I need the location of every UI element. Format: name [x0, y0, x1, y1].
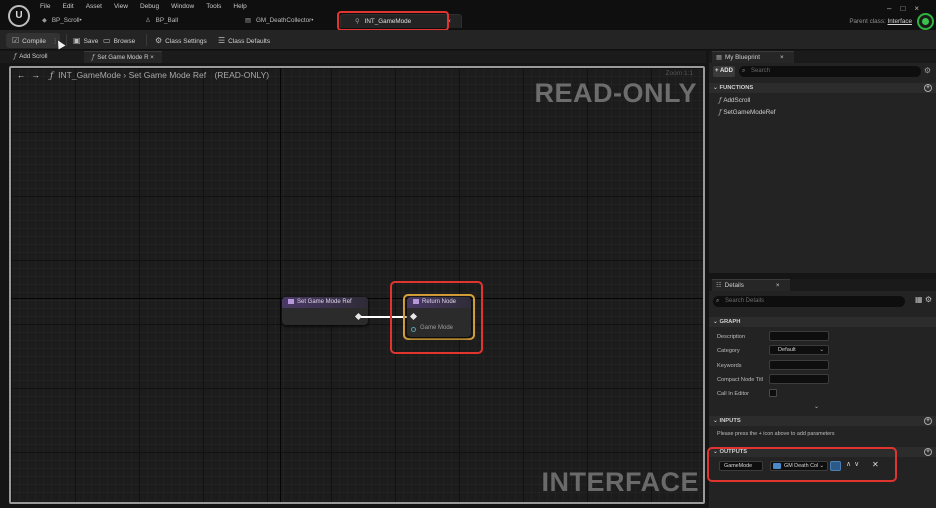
- add-input-icon[interactable]: +: [924, 417, 932, 425]
- functions-section-header[interactable]: ⌄ FUNCTIONS +: [709, 83, 936, 93]
- save-button[interactable]: ▣ Save: [73, 34, 98, 47]
- toolbar-divider: [146, 34, 147, 46]
- graph-tab-add-scroll[interactable]: ƒ Add Scroll: [14, 51, 48, 63]
- doc-tab-bp-ball[interactable]: ♙ BP_Ball: [145, 14, 178, 28]
- menu-file[interactable]: File: [40, 3, 50, 10]
- window-controls: –□×: [887, 4, 928, 13]
- parent-class: Parent class: Interface: [849, 18, 912, 25]
- category-label: Category: [717, 348, 740, 354]
- blueprint-icon: ▤: [245, 17, 251, 24]
- parent-class-link[interactable]: Interface: [887, 18, 912, 25]
- highlight-return-node: [390, 281, 483, 354]
- forward-arrow-icon[interactable]: →: [32, 70, 41, 80]
- menu-asset[interactable]: Asset: [86, 3, 102, 10]
- menu-help[interactable]: Help: [233, 3, 246, 10]
- close-window-icon[interactable]: ×: [914, 4, 928, 13]
- graph-section-header[interactable]: ⌄ GRAPH: [709, 317, 936, 327]
- source-control-status-icon[interactable]: [917, 13, 934, 30]
- tab-details[interactable]: ☷ Details ×: [712, 279, 790, 291]
- actor-icon: ♙: [145, 17, 151, 24]
- class-defaults-button[interactable]: ☰ Class Defaults: [218, 34, 270, 47]
- highlight-active-tab: [337, 11, 449, 31]
- description-label: Description: [717, 334, 745, 340]
- menu-tools[interactable]: Tools: [206, 3, 221, 10]
- gear-icon: ⚙: [155, 36, 163, 45]
- menu-view[interactable]: View: [114, 3, 128, 10]
- compile-button[interactable]: ☑ Compile ⋮: [12, 34, 58, 47]
- minimize-icon[interactable]: –: [887, 4, 900, 13]
- zoom-level: Zoom 1:1: [665, 70, 693, 77]
- category-dropdown[interactable]: Default ⌄: [769, 345, 829, 355]
- my-blueprint-search-input[interactable]: ⌕ Search: [739, 66, 921, 77]
- close-icon[interactable]: ×: [780, 54, 784, 61]
- function-icon: ƒ: [719, 97, 722, 104]
- add-function-icon[interactable]: +: [924, 84, 932, 92]
- gear-icon[interactable]: ⚙: [924, 66, 931, 75]
- add-output-icon[interactable]: +: [924, 448, 932, 456]
- graph-editor[interactable]: ← → ƒ INT_GameMode › Set Game Mode Ref (REA…: [9, 66, 705, 504]
- function-item-setgamemoderef[interactable]: ƒ SetGameModeRef: [719, 109, 776, 116]
- compile-icon: ☑: [12, 36, 20, 45]
- sliders-icon: ☰: [218, 36, 226, 45]
- toolbar-divider: [66, 34, 67, 46]
- browse-button[interactable]: ▭ Browse: [103, 34, 135, 47]
- breadcrumb-leaf[interactable]: Set Game Mode Ref: [129, 70, 206, 80]
- class-settings-button[interactable]: ⚙ Class Settings: [155, 34, 207, 47]
- inputs-section-header[interactable]: ⌄ INPUTS +: [709, 416, 936, 426]
- graph-tab-bar: ƒ Add Scroll ƒ Set Game Mode R ×: [0, 51, 706, 63]
- search-icon: ⌕: [742, 68, 746, 74]
- highlight-outputs: [707, 447, 897, 482]
- details-options-icons[interactable]: ▦ ⚙: [915, 295, 932, 304]
- call-in-editor-label: Call In Editor: [717, 391, 750, 397]
- my-blueprint-panel: ▦ My Blueprint × + ADD ⌕ Search ⚙ ⌄ FUNCTIO…: [709, 51, 936, 273]
- chevron-down-icon: ⌄: [819, 347, 824, 353]
- compact-node-title-field[interactable]: [769, 374, 829, 384]
- add-button[interactable]: + ADD: [713, 66, 735, 77]
- doc-tab-bp-scroll[interactable]: ◆ BP_Scroll•: [42, 14, 82, 28]
- folder-icon: ▭: [103, 36, 111, 45]
- maximize-icon[interactable]: □: [900, 4, 914, 13]
- unreal-logo[interactable]: U: [8, 5, 30, 27]
- tab-my-blueprint[interactable]: ▦ My Blueprint ×: [712, 51, 794, 63]
- menu-edit[interactable]: Edit: [62, 3, 73, 10]
- entry-node-title: Set Game Mode Ref: [297, 299, 352, 305]
- toolbar: ☑ Compile ⋮ ▣ Save ▭ Browse ⚙ Class Settings…: [0, 30, 936, 50]
- title-bar: U File Edit Asset View Debug Window Tool…: [0, 0, 936, 31]
- expand-advanced-icon[interactable]: ⌄: [814, 403, 819, 410]
- function-icon: ƒ: [14, 53, 17, 60]
- blueprint-icon: ◆: [42, 17, 47, 24]
- keywords-field[interactable]: [769, 360, 829, 370]
- back-arrow-icon[interactable]: ←: [17, 70, 26, 80]
- menu-window[interactable]: Window: [171, 3, 194, 10]
- entry-node[interactable]: Set Game Mode Ref: [282, 297, 368, 325]
- save-icon: ▣: [73, 36, 81, 45]
- graph-axis-vertical: [280, 68, 281, 502]
- doc-tab-gm-deathcollector[interactable]: ▤ GM_DeathCollector•: [245, 14, 313, 28]
- breadcrumb-root[interactable]: INT_GameMode: [58, 70, 121, 80]
- inputs-hint: Please press the + icon above to add par…: [717, 431, 835, 437]
- menu-debug[interactable]: Debug: [140, 3, 159, 10]
- description-field[interactable]: [769, 331, 829, 341]
- details-icon: ☷: [716, 282, 722, 289]
- details-search-input[interactable]: ⌕ Search Details: [713, 296, 905, 307]
- blueprint-icon: ▦: [716, 54, 722, 61]
- menu-bar: File Edit Asset View Debug Window Tools …: [40, 3, 259, 10]
- function-item-addscroll[interactable]: ƒ AddScroll: [719, 97, 750, 104]
- function-icon: ƒ: [50, 71, 54, 81]
- breadcrumb: ← → ƒ INT_GameMode › Set Game Mode Ref (REA…: [17, 70, 270, 81]
- read-only-label: (READ-ONLY): [214, 70, 270, 80]
- graph-tab-set-game-mode-ref[interactable]: ƒ Set Game Mode R ×: [84, 51, 162, 63]
- call-in-editor-checkbox[interactable]: [769, 389, 777, 397]
- interface-watermark: INTERFACE: [541, 467, 699, 497]
- search-icon: ⌕: [716, 298, 720, 304]
- function-icon: ƒ: [92, 54, 95, 61]
- function-node-icon: [288, 298, 294, 304]
- keywords-label: Keywords: [717, 363, 742, 369]
- read-only-watermark: READ-ONLY: [534, 78, 697, 108]
- close-icon[interactable]: ×: [776, 282, 780, 289]
- function-icon: ƒ: [719, 109, 722, 116]
- compact-node-title-label: Compact Node Titl: [717, 377, 764, 383]
